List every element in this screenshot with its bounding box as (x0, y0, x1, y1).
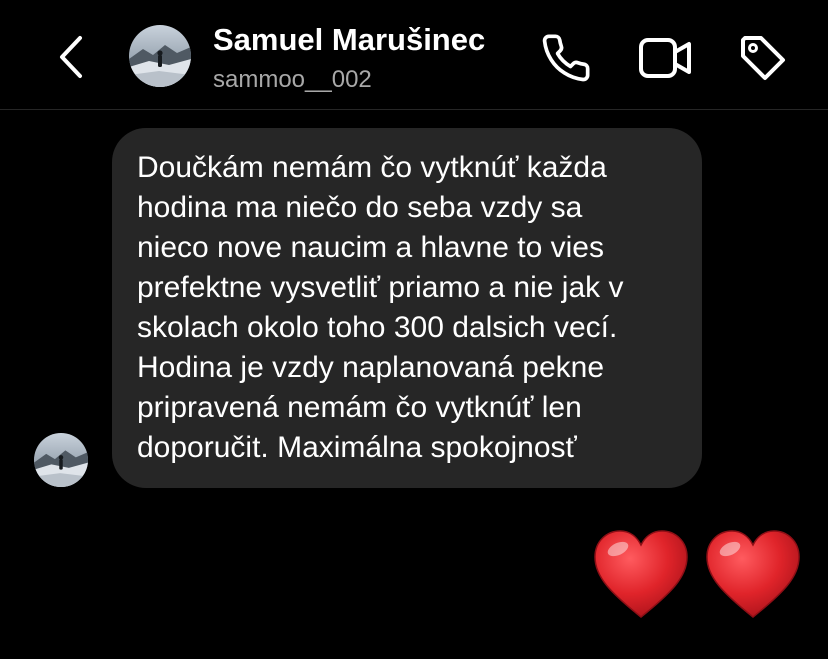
received-message-bubble[interactable]: Doučkám nemám čo vytknúť každa hodina ma… (112, 128, 702, 488)
contact-name[interactable]: Samuel Marušinec (213, 22, 485, 58)
message-text: Doučkám nemám čo vytknúť každa hodina ma… (137, 151, 624, 464)
red-heart-icon (591, 527, 691, 623)
contact-username: sammoo__002 (213, 66, 372, 93)
audio-call-button[interactable] (538, 30, 594, 86)
phone-icon (542, 34, 590, 82)
video-call-button[interactable] (637, 30, 693, 86)
video-camera-icon (639, 38, 691, 78)
profile-photo (129, 25, 191, 87)
chevron-left-icon (60, 36, 82, 78)
sender-avatar[interactable] (34, 433, 88, 487)
tag-icon (741, 36, 785, 80)
avatar[interactable] (129, 25, 191, 87)
label-button[interactable] (735, 30, 791, 86)
chat-header: Samuel Marušinec sammoo__002 (0, 0, 828, 110)
back-button[interactable] (52, 32, 92, 82)
red-heart-icon (703, 527, 803, 623)
profile-photo (34, 433, 88, 487)
